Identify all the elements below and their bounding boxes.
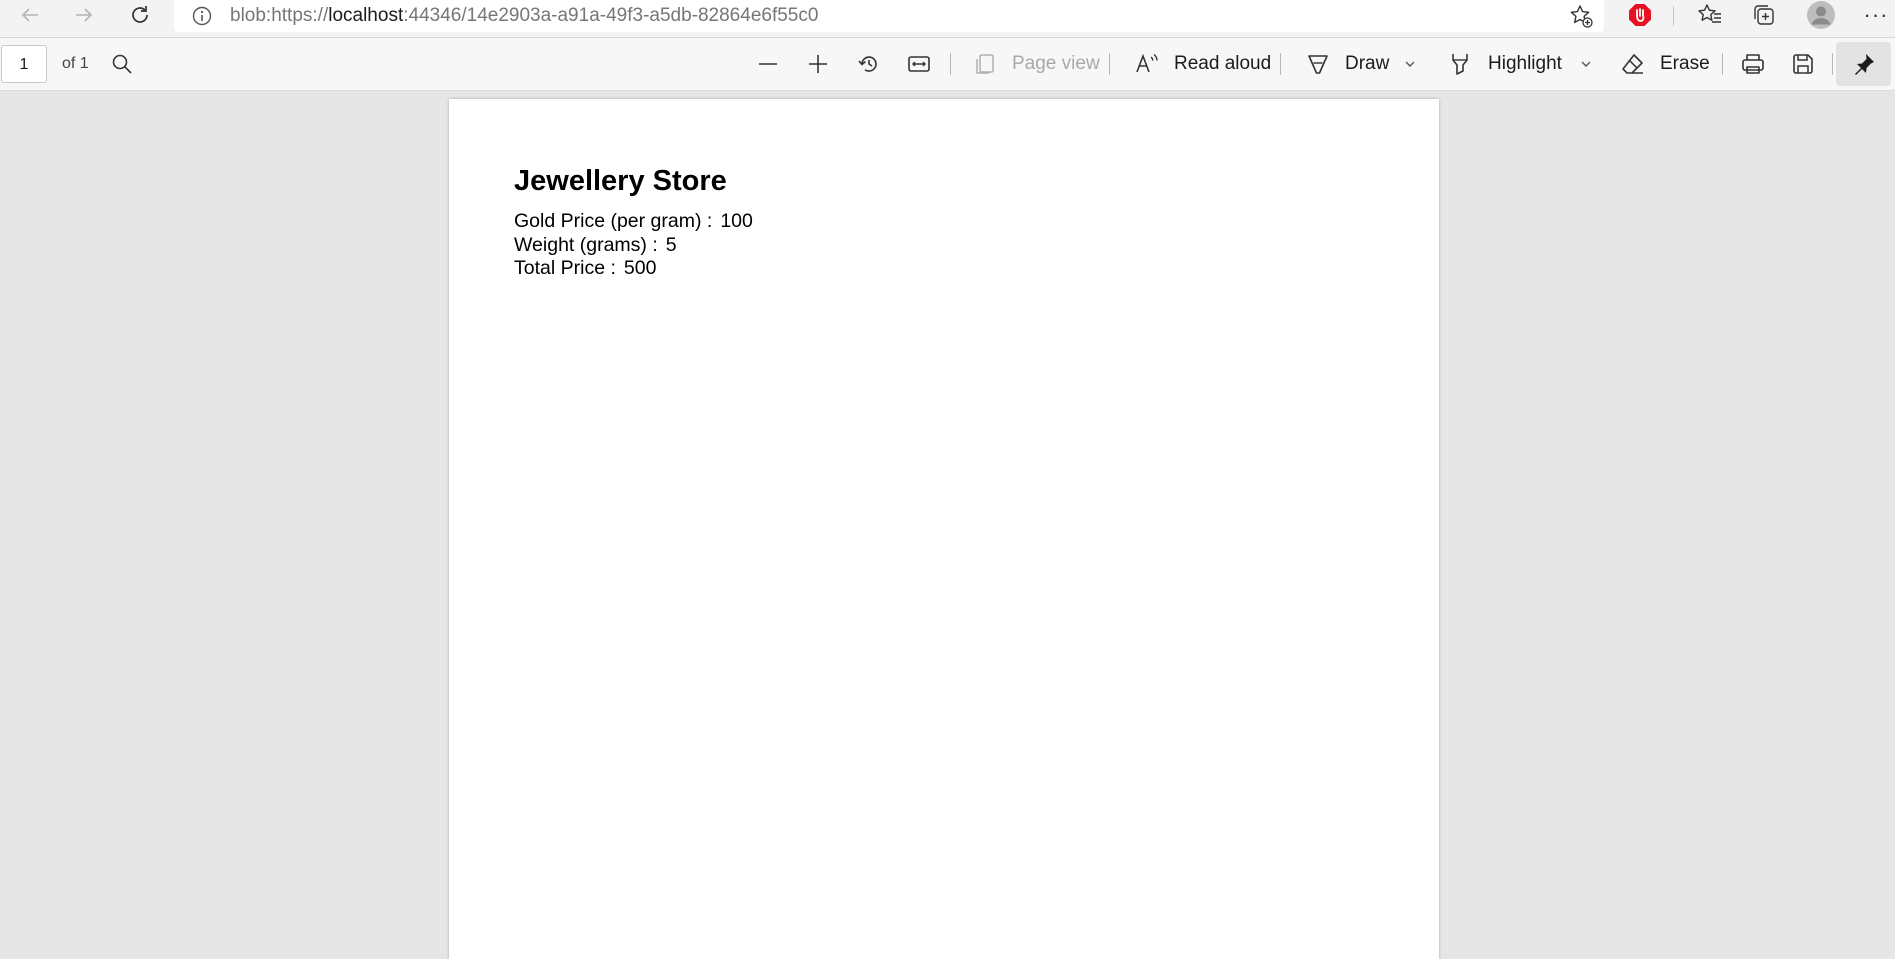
- toolbar-separator: [1280, 53, 1281, 75]
- erase-button[interactable]: Erase: [1620, 38, 1710, 90]
- collections-icon: [1754, 5, 1774, 25]
- gold-price-value: 100: [720, 210, 753, 232]
- zoom-out-button[interactable]: [756, 38, 780, 90]
- refresh-icon: [132, 6, 148, 23]
- back-icon: [21, 8, 38, 22]
- profile-icon: [1807, 1, 1835, 29]
- forward-icon: [76, 8, 93, 22]
- zoom-in-icon: [809, 55, 827, 73]
- rotate-icon: [858, 56, 877, 72]
- url-text[interactable]: blob:https://localhost:44346/14e2903a-a9…: [230, 4, 818, 28]
- toolbar-separator: [1722, 53, 1723, 75]
- pin-toolbar-button[interactable]: [1836, 42, 1891, 86]
- page-view-label: Page view: [1012, 53, 1100, 74]
- profile-button[interactable]: [1803, 0, 1839, 30]
- pdf-toolbar: 1 of 1 Page view Read aloud Draw Highlig…: [0, 38, 1895, 91]
- page-view-button[interactable]: Page view: [974, 38, 1100, 90]
- gold-price-label: Gold Price (per gram) :: [514, 210, 713, 232]
- highlight-icon: [1452, 54, 1468, 75]
- add-favorite-icon: [1570, 5, 1593, 28]
- back-button[interactable]: [12, 0, 48, 30]
- print-button[interactable]: [1740, 38, 1766, 90]
- collections-button[interactable]: [1746, 0, 1782, 30]
- draw-button[interactable]: Draw: [1305, 38, 1389, 90]
- draw-icon: [1308, 55, 1328, 74]
- print-icon: [1742, 54, 1764, 74]
- document-title: Jewellery Store: [514, 165, 727, 197]
- save-icon: [1793, 54, 1813, 74]
- total-price-value: 500: [623, 257, 657, 279]
- weight-line: Weight (grams) : 5: [514, 234, 677, 257]
- page-view-icon: [976, 54, 994, 74]
- fit-width-button[interactable]: [906, 38, 932, 90]
- draw-options-button[interactable]: [1402, 38, 1418, 90]
- search-button[interactable]: [110, 38, 134, 90]
- address-bar[interactable]: blob:https://localhost:44346/14e2903a-a9…: [174, 0, 1604, 32]
- toolbar-separator: [1109, 53, 1110, 75]
- read-aloud-icon: [1136, 53, 1158, 73]
- pin-icon: [1854, 54, 1874, 75]
- zoom-out-icon: [759, 63, 777, 65]
- rotate-button[interactable]: [856, 38, 882, 90]
- more-icon: ···: [1863, 2, 1889, 27]
- more-button[interactable]: ···: [1858, 0, 1894, 30]
- url-prefix: blob:https://: [230, 5, 329, 26]
- toolbar-separator: [950, 53, 951, 75]
- weight-label: Weight (grams) :: [514, 233, 658, 256]
- toolbar-divider: [1673, 6, 1674, 26]
- url-path: :44346/14e2903a-a91a-49f3-a5db-82864e6f5…: [403, 5, 819, 26]
- zoom-in-button[interactable]: [806, 38, 830, 90]
- chevron-down-icon: [1581, 61, 1591, 67]
- gold-price-line: Gold Price (per gram) : 100: [514, 210, 753, 233]
- highlight-button[interactable]: Highlight: [1448, 38, 1562, 90]
- weight-value: 5: [665, 233, 677, 256]
- highlight-label: Highlight: [1488, 53, 1562, 74]
- draw-label: Draw: [1345, 53, 1390, 74]
- extension-button[interactable]: [1622, 0, 1658, 30]
- url-host: localhost: [328, 5, 404, 26]
- browser-toolbar: blob:https://localhost:44346/14e2903a-a9…: [0, 0, 1895, 38]
- page-count: of 1: [62, 55, 89, 72]
- erase-icon: [1622, 54, 1643, 74]
- favorites-icon: [1698, 4, 1721, 23]
- page-number-input[interactable]: 1: [1, 45, 47, 83]
- total-price-label: Total Price :: [514, 257, 616, 279]
- add-favorite-button[interactable]: [1566, 2, 1596, 30]
- refresh-button[interactable]: [122, 0, 158, 30]
- save-button[interactable]: [1790, 38, 1816, 90]
- fit-width-icon: [908, 56, 930, 72]
- total-price-line: Total Price : 500: [514, 257, 656, 280]
- search-icon: [112, 54, 132, 74]
- chevron-down-icon: [1405, 61, 1415, 67]
- extension-stop-icon: [1629, 4, 1651, 26]
- read-aloud-button[interactable]: Read aloud: [1134, 38, 1271, 90]
- toolbar-separator: [1832, 53, 1833, 75]
- highlight-options-button[interactable]: [1578, 38, 1594, 90]
- pdf-page: Jewellery Store Gold Price (per gram) : 1…: [449, 99, 1439, 959]
- erase-label: Erase: [1660, 53, 1710, 74]
- read-aloud-label: Read aloud: [1174, 53, 1272, 74]
- forward-button[interactable]: [66, 0, 102, 30]
- info-icon: [192, 6, 212, 26]
- favorites-button[interactable]: [1692, 0, 1728, 30]
- site-info-button[interactable]: [190, 4, 214, 28]
